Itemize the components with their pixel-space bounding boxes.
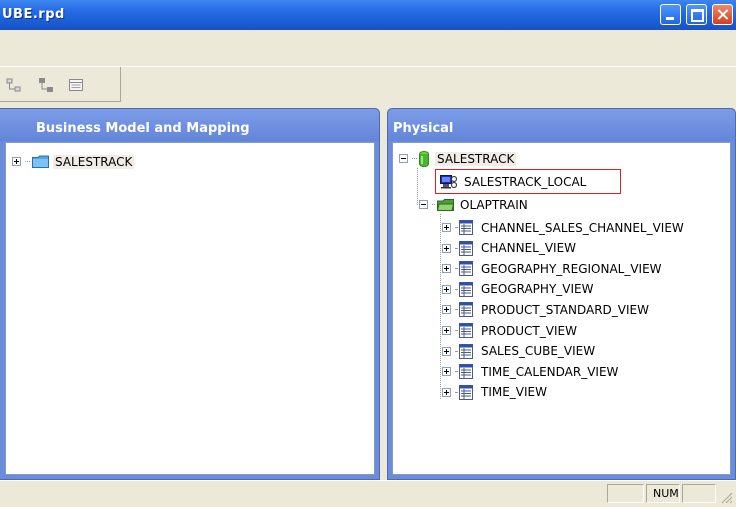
expand-icon[interactable]	[442, 387, 451, 397]
status-pane-num: NUM	[646, 484, 680, 503]
tree-item-table[interactable]: GEOGRAPHY_REGIONAL_VIEW	[442, 259, 664, 278]
tree-item-label: CHANNEL_VIEW	[481, 241, 577, 256]
tree-connector	[432, 204, 435, 205]
expand-icon[interactable]	[442, 305, 451, 315]
toolbar	[0, 66, 736, 107]
tree-item-salestrack-business[interactable]: SALESTRACK	[12, 152, 135, 171]
table-view-icon[interactable]	[68, 77, 84, 93]
tree-item-label: SALES_CUBE_VIEW	[481, 344, 596, 359]
table-icon	[459, 261, 473, 277]
tree-item-label: TIME_VIEW	[481, 385, 547, 400]
table-icon	[459, 281, 473, 297]
tree-item-label: GEOGRAPHY_VIEW	[481, 282, 594, 297]
resize-grip-icon[interactable]	[720, 491, 733, 504]
business-model-panel: Business Model and Mapping SALESTRACK	[0, 108, 380, 480]
collapse-icon[interactable]	[399, 154, 408, 163]
minimize-button[interactable]	[660, 4, 681, 25]
database-icon	[419, 150, 429, 167]
tree-item-table[interactable]: TIME_VIEW	[442, 383, 549, 402]
table-icon	[459, 302, 473, 318]
table-icon	[459, 384, 473, 400]
tree-connector	[412, 158, 417, 159]
tree-item-label: OLAPTRAIN	[460, 197, 528, 212]
table-icon	[459, 343, 473, 359]
tree-connector	[455, 247, 457, 249]
tree-connector	[455, 227, 457, 228]
expand-icon[interactable]	[442, 264, 451, 274]
tree-item-table[interactable]: CHANNEL_SALES_CHANNEL_VIEW	[442, 218, 686, 237]
menu-bar	[0, 30, 736, 66]
physical-panel-title: Physical	[393, 121, 454, 136]
physical-tree[interactable]: SALESTRACK SALESTRACK_LOCAL OLAPTRAIN CH…	[392, 142, 731, 475]
tree-connector	[417, 168, 418, 205]
tree-item-label: SALESTRACK	[53, 154, 135, 169]
status-pane-empty	[607, 484, 644, 503]
table-icon	[459, 240, 473, 256]
tree-item-connection-pool[interactable]: SALESTRACK_LOCAL	[440, 172, 588, 191]
tree-connector	[455, 288, 457, 290]
physical-panel-header: Physical	[388, 109, 735, 141]
tree-item-label: TIME_CALENDAR_VIEW	[481, 364, 619, 379]
expand-icon[interactable]	[442, 223, 451, 232]
status-pane-empty	[682, 484, 716, 503]
tree-item-table[interactable]: GEOGRAPHY_VIEW	[442, 280, 595, 299]
table-icon	[459, 323, 473, 338]
tree-connector	[455, 330, 457, 331]
tree-connector	[440, 214, 441, 399]
hierarchy-alt-icon[interactable]	[38, 77, 54, 93]
expand-icon[interactable]	[442, 346, 451, 356]
num-indicator: NUM	[653, 487, 679, 500]
connection-pool-icon	[440, 174, 458, 188]
maximize-button[interactable]	[686, 4, 707, 25]
schema-folder-icon	[437, 199, 454, 211]
table-icon	[459, 220, 473, 235]
tree-item-table[interactable]: PRODUCT_STANDARD_VIEW	[442, 300, 651, 319]
tree-item-table[interactable]: CHANNEL_VIEW	[442, 239, 578, 258]
tree-item-label: SALESTRACK	[435, 151, 517, 166]
tree-connector	[25, 161, 30, 162]
tree-item-table[interactable]: PRODUCT_VIEW	[442, 321, 579, 340]
collapse-icon[interactable]	[419, 200, 428, 209]
expand-icon[interactable]	[12, 157, 21, 166]
business-model-tree[interactable]: SALESTRACK	[5, 142, 375, 475]
window-title: UBE.rpd	[2, 7, 65, 22]
status-bar: NUM	[0, 480, 736, 507]
window-title-bar[interactable]: UBE.rpd	[0, 0, 736, 30]
expand-icon[interactable]	[442, 367, 451, 377]
tree-item-table[interactable]: SALES_CUBE_VIEW	[442, 342, 597, 361]
close-button[interactable]	[712, 4, 733, 25]
tree-connector	[455, 350, 457, 352]
tree-item-label: PRODUCT_STANDARD_VIEW	[481, 302, 649, 317]
expand-icon[interactable]	[442, 284, 451, 294]
tree-connector	[455, 268, 457, 270]
tree-item-olaptrain-schema[interactable]: OLAPTRAIN	[419, 195, 530, 214]
tree-connector	[455, 391, 457, 393]
tree-item-salestrack-database[interactable]: SALESTRACK	[399, 149, 517, 168]
expand-icon[interactable]	[442, 243, 451, 253]
table-icon	[459, 364, 473, 380]
tree-item-label: SALESTRACK_LOCAL	[464, 174, 587, 189]
folder-icon	[32, 155, 49, 168]
expand-icon[interactable]	[442, 326, 451, 335]
tree-item-label: CHANNEL_SALES_CHANNEL_VIEW	[481, 220, 684, 235]
physical-panel: Physical SALESTRACK SALESTRACK_LOCAL OLA…	[387, 108, 736, 480]
tree-connector	[455, 371, 457, 373]
tree-connector	[455, 309, 457, 311]
business-model-panel-header: Business Model and Mapping	[0, 109, 379, 141]
tree-item-label: PRODUCT_VIEW	[481, 323, 577, 338]
tree-item-label: GEOGRAPHY_REGIONAL_VIEW	[481, 261, 662, 276]
hierarchy-icon[interactable]	[6, 77, 22, 93]
tree-item-table[interactable]: TIME_CALENDAR_VIEW	[442, 362, 620, 381]
business-model-panel-title: Business Model and Mapping	[36, 121, 250, 136]
